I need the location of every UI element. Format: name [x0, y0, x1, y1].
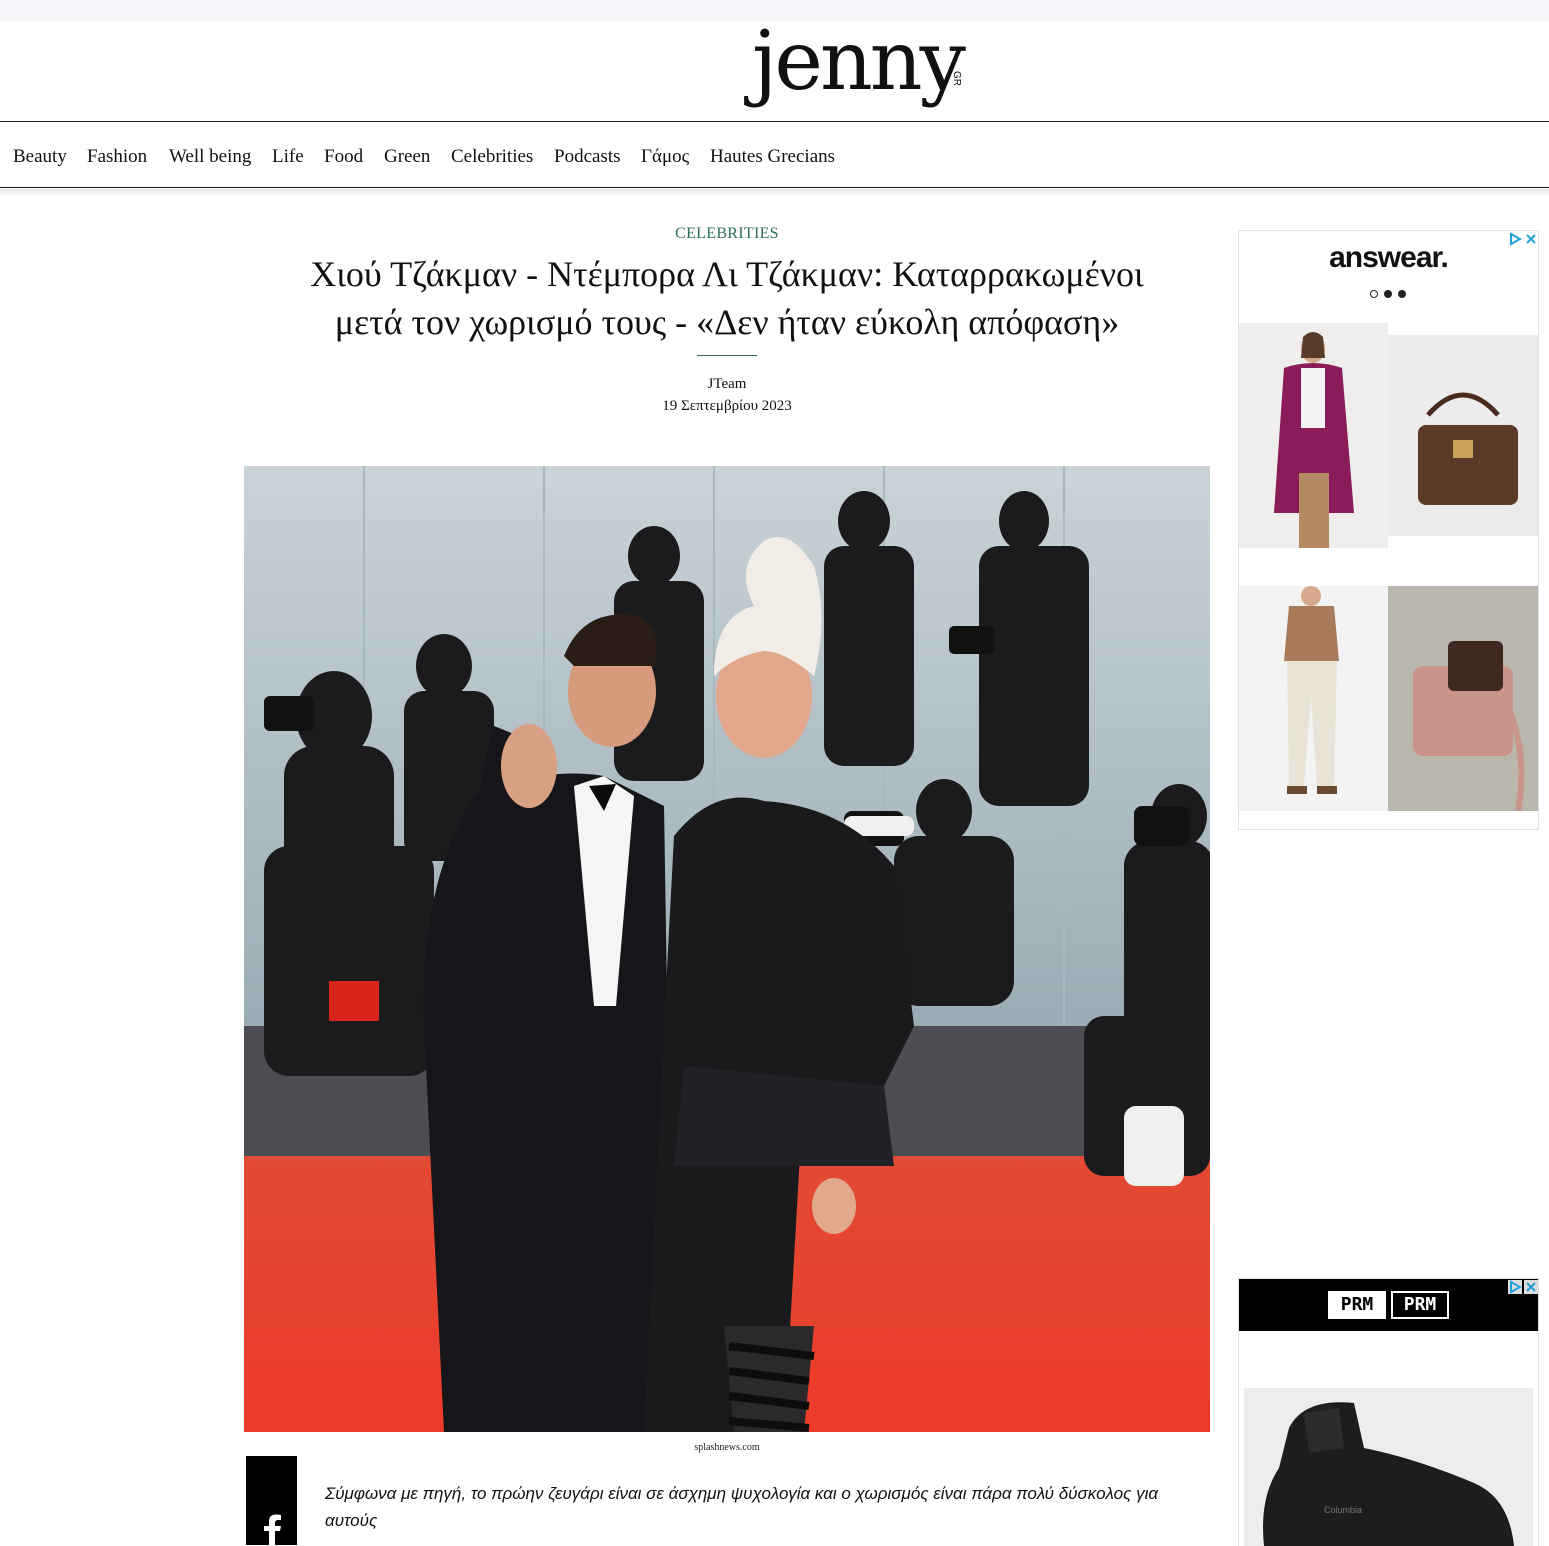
nav-item-food[interactable]: Food: [324, 146, 363, 168]
article-date: 19 Σεπτεμβρίου 2023: [662, 398, 792, 414]
article-author[interactable]: JTeam: [244, 376, 1210, 393]
carousel-dot[interactable]: [1398, 290, 1406, 298]
ad-prm-header: PRM PRM: [1239, 1279, 1538, 1331]
nav-item-life[interactable]: Life: [272, 146, 304, 168]
article-hero-image: [244, 466, 1210, 1432]
nav-item-fashion[interactable]: Fashion: [87, 146, 147, 168]
svg-text:Columbia: Columbia: [1324, 1505, 1362, 1515]
nav-item-well-being[interactable]: Well being: [169, 146, 251, 168]
site-logo[interactable]: jenny: [752, 21, 966, 121]
ad-brand-answear: answear.: [1329, 241, 1449, 274]
image-credit: splashnews.com: [694, 1442, 760, 1453]
article-lead: Σύμφωνα με πηγή, το πρώην ζευγάρι είναι …: [325, 1484, 1159, 1530]
nav-item-podcasts[interactable]: Podcasts: [554, 146, 621, 168]
ad-product-bag-pink[interactable]: [1388, 586, 1538, 811]
sidebar-ad-answear[interactable]: answear.: [1238, 230, 1539, 830]
nav-item-celebrities[interactable]: Celebrities: [451, 146, 533, 168]
site-logo-suffix: GR: [951, 71, 962, 86]
article-title-line-1: Χιού Τζάκμαν - Ντέμπορα Λι Τζάκμαν: Κατα…: [310, 254, 1144, 294]
carousel-dot[interactable]: [1384, 290, 1392, 298]
ad-product-bag-brown[interactable]: [1388, 335, 1538, 536]
nav-item-green[interactable]: Green: [384, 146, 430, 168]
nav-item-beauty[interactable]: Beauty: [13, 146, 67, 168]
sidebar-ad-prm[interactable]: PRM PRM Columbia: [1238, 1278, 1539, 1546]
site-header: jenny GR: [0, 21, 1549, 121]
close-icon[interactable]: [1524, 1280, 1538, 1294]
ad-product-coat[interactable]: [1239, 323, 1388, 548]
nav-item-gamos[interactable]: Γάμος: [641, 146, 689, 168]
carousel-dot[interactable]: [1370, 290, 1378, 298]
ad-carousel-dots: [1370, 290, 1406, 298]
article-category[interactable]: CELEBRITIES: [244, 225, 1210, 243]
nav-shadow: [0, 189, 1549, 197]
ad-product-boot[interactable]: Columbia: [1244, 1388, 1533, 1546]
facebook-icon[interactable]: [262, 1514, 282, 1545]
title-divider: [697, 355, 757, 356]
ad-choices[interactable]: [1508, 1279, 1538, 1295]
article-title-line-2: μετά τον χωρισμό τους - «Δεν ήταν εύκολη…: [334, 302, 1120, 342]
nav-item-hautes-grecians[interactable]: Hautes Grecians: [710, 146, 835, 168]
share-bar: [246, 1456, 297, 1545]
main-nav: Beauty Fashion Well being Life Food Gree…: [0, 121, 1549, 188]
article-title: Χιού Τζάκμαν - Ντέμπορα Λι Τζάκμαν: Κατα…: [244, 250, 1210, 346]
ad-brand-prm: PRM: [1328, 1291, 1386, 1319]
ad-brand-prm-outline: PRM: [1391, 1291, 1449, 1319]
ad-product-outfit[interactable]: [1239, 586, 1388, 811]
adchoices-icon[interactable]: [1508, 1280, 1522, 1294]
